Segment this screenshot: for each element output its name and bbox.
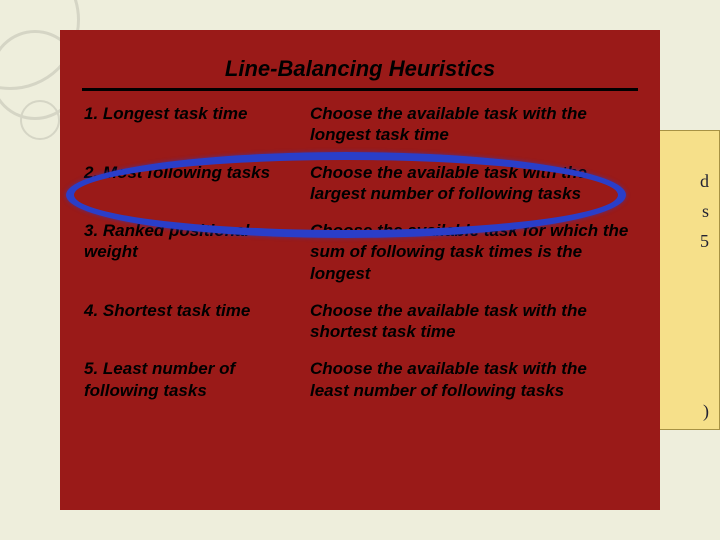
bg-text-fragment: ) <box>703 401 709 422</box>
panel-title: Line-Balancing Heuristics <box>80 56 640 82</box>
heuristic-desc: Choose the available task with the short… <box>310 300 630 343</box>
heuristic-desc: Choose the available task with the longe… <box>310 103 630 146</box>
main-panel: Line-Balancing Heuristics 1. Longest tas… <box>60 30 660 510</box>
heuristic-name: 5. Least number of following tasks <box>80 358 310 401</box>
heuristic-row: 5. Least number of following tasks Choos… <box>80 358 640 401</box>
decorative-circle <box>20 100 60 140</box>
heuristic-desc: Choose the available task with the large… <box>310 162 630 205</box>
slide-canvas: d s 5 ) Line-Balancing Heuristics 1. Lon… <box>0 0 720 540</box>
bg-text-fragment: s <box>702 201 709 222</box>
bg-text-fragment: d <box>700 171 709 192</box>
heuristic-name: 3. Ranked positional weight <box>80 220 310 284</box>
heuristic-row: 1. Longest task time Choose the availabl… <box>80 103 640 146</box>
bg-text-fragment: 5 <box>700 231 709 252</box>
heuristic-name: 2. Most following tasks <box>80 162 310 205</box>
heuristic-desc: Choose the available task for which the … <box>310 220 630 284</box>
heuristic-name: 1. Longest task time <box>80 103 310 146</box>
heuristic-row: 2. Most following tasks Choose the avail… <box>80 162 640 205</box>
heuristic-row: 3. Ranked positional weight Choose the a… <box>80 220 640 284</box>
heuristic-row: 4. Shortest task time Choose the availab… <box>80 300 640 343</box>
heuristic-name: 4. Shortest task time <box>80 300 310 343</box>
title-separator <box>82 88 638 91</box>
heuristic-desc: Choose the available task with the least… <box>310 358 630 401</box>
